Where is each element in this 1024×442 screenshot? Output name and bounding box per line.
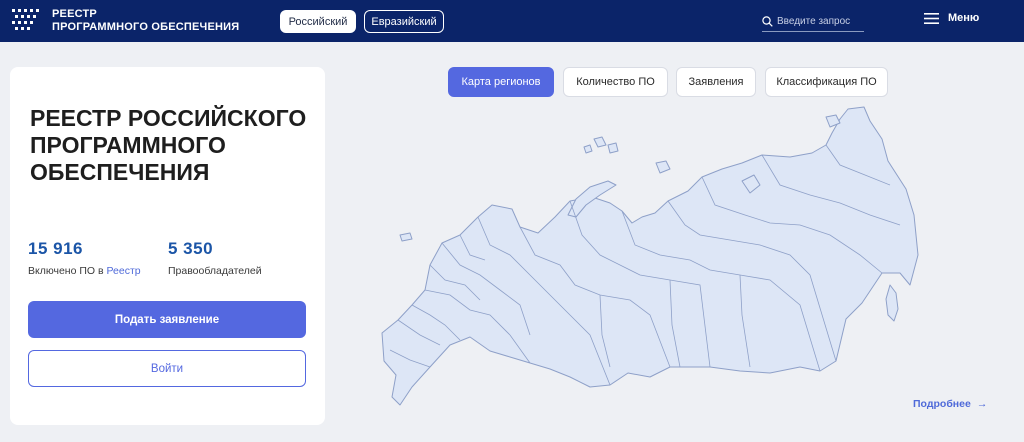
logo-line-2: ПРОГРАММНОГО ОБЕСПЕЧЕНИЯ bbox=[52, 21, 240, 33]
logo-text: РЕЕСТР ПРОГРАММНОГО ОБЕСПЕЧЕНИЯ bbox=[52, 8, 239, 34]
stat-software-count: 15 916 bbox=[28, 239, 83, 258]
tab-software-count[interactable]: Количество ПО bbox=[563, 67, 668, 97]
russia-mainland bbox=[381, 106, 919, 406]
tab-classification[interactable]: Классификация ПО bbox=[765, 67, 888, 97]
kaliningrad-region bbox=[399, 232, 413, 242]
tab-applications[interactable]: Заявления bbox=[676, 67, 756, 97]
logo[interactable]: РЕЕСТР ПРОГРАММНОГО ОБЕСПЕЧЕНИЯ bbox=[10, 7, 239, 35]
top-header: РЕЕСТР ПРОГРАММНОГО ОБЕСПЕЧЕНИЯ Российск… bbox=[0, 0, 1024, 42]
tab-regions-map[interactable]: Карта регионов bbox=[448, 67, 554, 97]
stat-software-caption: Включено ПО в Реестр bbox=[28, 265, 141, 277]
menu-label: Меню bbox=[948, 12, 980, 24]
apply-button[interactable]: Подать заявление bbox=[28, 301, 306, 338]
search-input[interactable] bbox=[777, 16, 863, 27]
menu-button[interactable]: Меню bbox=[924, 12, 979, 24]
regions-map[interactable] bbox=[370, 105, 930, 415]
logo-mark-icon bbox=[12, 9, 39, 30]
hamburger-icon bbox=[924, 12, 939, 24]
more-label: Подробнее bbox=[913, 398, 971, 410]
sakhalin-island bbox=[885, 284, 899, 322]
stat-rightholders-count: 5 350 bbox=[168, 239, 214, 258]
registry-link[interactable]: Реестр bbox=[106, 265, 140, 277]
intro-card: РЕЕСТР РОССИЙСКОГО ПРОГРАММНОГО ОБЕСПЕЧЕ… bbox=[10, 67, 325, 425]
stat-software-caption-text: Включено ПО в bbox=[28, 265, 107, 277]
wrangel-island bbox=[655, 160, 671, 174]
segment-russian[interactable]: Российский bbox=[280, 10, 356, 33]
page-title: РЕЕСТР РОССИЙСКОГО ПРОГРАММНОГО ОБЕСПЕЧЕ… bbox=[30, 105, 307, 185]
segment-eurasian[interactable]: Евразийский bbox=[364, 10, 444, 33]
search-box[interactable] bbox=[762, 12, 864, 32]
logo-line-1: РЕЕСТР bbox=[52, 8, 97, 20]
login-button[interactable]: Войти bbox=[28, 350, 306, 387]
stat-rightholders-caption: Правообладателей bbox=[168, 265, 262, 277]
search-icon bbox=[762, 16, 773, 27]
franz-josef-land bbox=[593, 136, 607, 148]
arrow-right-icon: → bbox=[976, 398, 988, 410]
more-link[interactable]: Подробнее → bbox=[913, 398, 987, 410]
